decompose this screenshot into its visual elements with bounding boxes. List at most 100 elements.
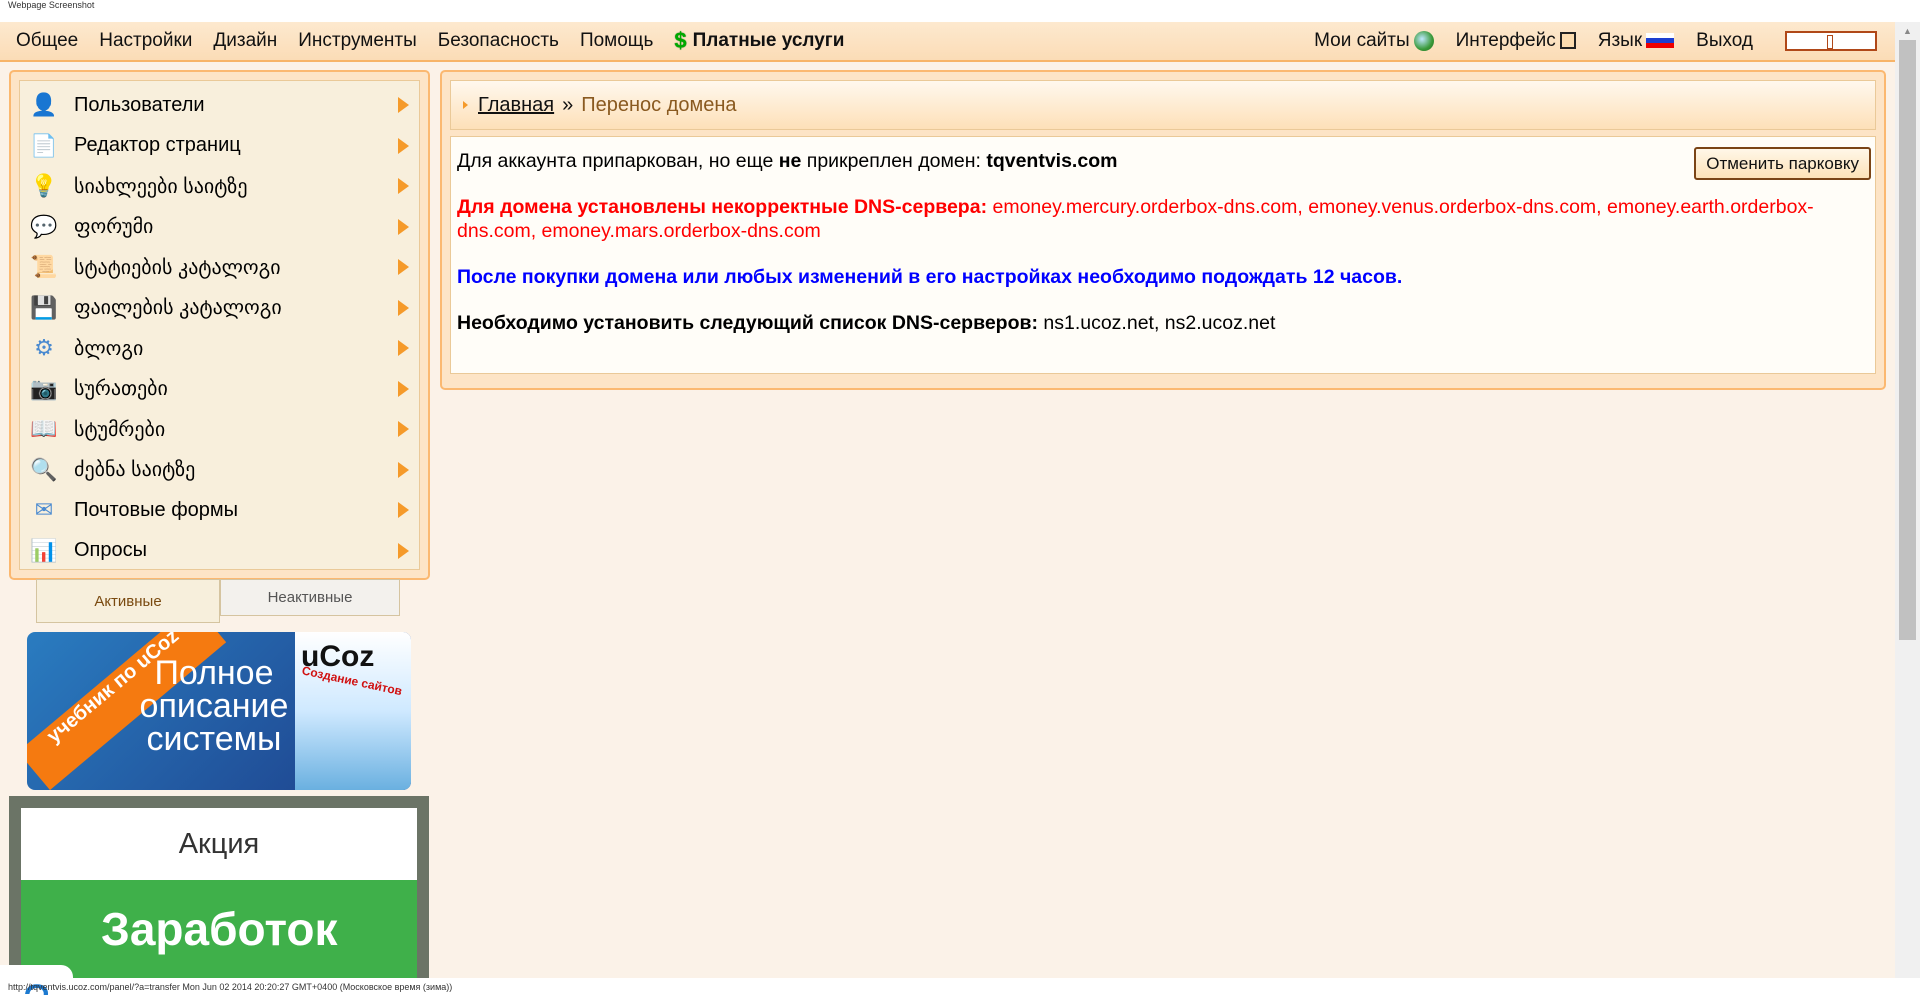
expand-arrow-icon[interactable] <box>398 502 409 519</box>
required-dns-label: Необходимо установить следующий список D… <box>457 312 1038 334</box>
menu-design[interactable]: Дизайн <box>213 30 277 52</box>
interface-color-icon <box>1559 32 1576 50</box>
domain-name: tqventvis.com <box>986 150 1118 172</box>
dns-error-label: Для домена установлены некорректные DNS-… <box>457 196 988 218</box>
logout-link[interactable]: Выход <box>1696 30 1753 52</box>
sidebar: 👤 Пользователи 📄 Редактор страниц 💡 სიახლეები… <box>9 70 430 580</box>
width-slider[interactable] <box>1785 31 1877 51</box>
sidebar-item-label: სტუმრები <box>74 418 166 441</box>
promo-subtitle: Заработок <box>21 880 417 978</box>
book-icon: 📖 <box>30 416 58 442</box>
screenshot-caption: Webpage Screenshot <box>8 0 95 10</box>
sidebar-item[interactable]: 💬 ფორუმი <box>20 207 419 248</box>
sidebar-item[interactable]: ✉ Почтовые формы <box>20 490 419 531</box>
module-tabs: Активные Неактивные <box>36 579 400 623</box>
bar-chart-icon: 📊 <box>30 537 58 563</box>
promo-title: Акция <box>21 808 417 880</box>
sidebar-item-label: სურათები <box>74 378 168 401</box>
sidebar-item-label: ძებნა საიტზე <box>74 459 196 482</box>
scroll-icon: 📜 <box>30 254 58 280</box>
sidebar-item[interactable]: 📜 სტატიების კატალოგი <box>20 247 419 288</box>
breadcrumb-separator: » <box>562 93 574 116</box>
menu-security[interactable]: Безопасность <box>438 30 559 52</box>
globe-icon <box>1413 30 1434 51</box>
sidebar-item-label: Почтовые формы <box>74 498 239 521</box>
expand-arrow-icon[interactable] <box>398 259 409 276</box>
speech-bubble-icon: 💬 <box>30 213 58 239</box>
sidebar-item-label: სიახლეები საიტზე <box>74 175 248 198</box>
interface-label: Интерфейс <box>1455 30 1556 51</box>
required-dns-values: ns1.ucoz.net, ns2.ucoz.net <box>1037 312 1276 334</box>
parked-domain-line: Для аккаунта припаркован, но еще не прик… <box>457 149 1869 173</box>
scrollbar-thumb[interactable] <box>1899 40 1916 640</box>
camera-icon: 📷 <box>30 375 58 401</box>
banner-text: Полное описание системы <box>139 654 289 758</box>
sidebar-item-label: სტატიების კატალოგი <box>74 256 281 279</box>
sidebar-item-label: Редактор страниц <box>74 134 241 157</box>
promo-banner[interactable]: Акция Заработок <box>9 796 429 978</box>
expand-arrow-icon[interactable] <box>398 340 409 357</box>
status-bar: http://tqventvis.ucoz.com/panel/?a=trans… <box>8 982 453 992</box>
vertical-scrollbar[interactable]: ▲ <box>1895 22 1920 978</box>
sidebar-item[interactable]: 📄 Редактор страниц <box>20 126 419 167</box>
sidebar-item[interactable]: 💾 ფაილების კატალოგი <box>20 288 419 329</box>
tab-inactive[interactable]: Неактивные <box>220 579 400 616</box>
breadcrumb-home-link[interactable]: Главная <box>478 94 554 117</box>
expand-arrow-icon[interactable] <box>398 137 409 154</box>
breadcrumb-arrow-icon <box>463 101 468 109</box>
expand-arrow-icon[interactable] <box>398 421 409 438</box>
breadcrumb-current: Перенос домена <box>581 93 737 116</box>
module-menu: 👤 Пользователи 📄 Редактор страниц 💡 სიახლეები… <box>19 80 420 570</box>
sidebar-item[interactable]: 🔍 ძებნა საიტზე <box>20 450 419 491</box>
scroll-up-icon[interactable]: ▲ <box>1895 22 1920 40</box>
expand-arrow-icon[interactable] <box>398 218 409 235</box>
breadcrumb: Главная » Перенос домена <box>450 80 1876 130</box>
dollar-icon: $ <box>674 28 687 53</box>
user-icon: 👤 <box>30 92 58 118</box>
menu-general[interactable]: Общее <box>16 30 78 52</box>
sidebar-item[interactable]: 📷 სურათები <box>20 369 419 410</box>
top-menu-bar: Общее Настройки Дизайн Инструменты Безоп… <box>0 22 1895 62</box>
sidebar-item-label: ფაილების კატალოგი <box>74 297 282 320</box>
gear-icon: ⚙ <box>34 335 54 361</box>
sidebar-item[interactable]: ⚙ ბლოგი <box>20 328 419 369</box>
domain-transfer-content: Отменить парковку Для аккаунта припарков… <box>450 136 1876 374</box>
bulb-icon: 💡 <box>30 173 58 199</box>
expand-arrow-icon[interactable] <box>398 380 409 397</box>
sidebar-item[interactable]: 📊 Опросы <box>20 531 419 572</box>
attached-text: прикреплен домен: <box>801 150 987 172</box>
main-panel: Главная » Перенос домена Отменить парков… <box>440 70 1886 390</box>
menu-paid-services[interactable]: $ Платные услуги <box>674 28 844 54</box>
ucoz-tutorial-banner[interactable]: учебник по uCoz Полное описание системы … <box>27 632 411 790</box>
sidebar-item[interactable]: 👤 Пользователи <box>20 85 419 126</box>
expand-arrow-icon[interactable] <box>398 97 409 114</box>
page-body: 👤 Пользователи 📄 Редактор страниц 💡 სიახლეები… <box>0 62 1895 995</box>
book-cover: uCoz Создание сайтов <box>295 632 411 790</box>
language-link[interactable]: Язык <box>1597 30 1675 52</box>
page-icon: 📄 <box>30 132 58 158</box>
cancel-parking-button[interactable]: Отменить парковку <box>1694 147 1871 180</box>
not-text: не <box>778 150 802 172</box>
expand-arrow-icon[interactable] <box>398 542 409 559</box>
expand-arrow-icon[interactable] <box>398 178 409 195</box>
menu-tools[interactable]: Инструменты <box>298 30 416 52</box>
russian-flag-icon <box>1646 33 1675 49</box>
sidebar-item[interactable]: 💡 სიახლეები საიტზე <box>20 166 419 207</box>
paid-label: Платные услуги <box>692 30 845 51</box>
menu-settings[interactable]: Настройки <box>99 30 192 52</box>
dns-error: Для домена установлены некорректные DNS-… <box>457 195 1869 243</box>
sidebar-item-label: ბლოგი <box>74 337 144 360</box>
envelope-icon: ✉ <box>34 497 54 523</box>
sidebar-item-label: Пользователи <box>74 93 205 116</box>
expand-arrow-icon[interactable] <box>398 299 409 316</box>
interface-link[interactable]: Интерфейс <box>1456 30 1576 52</box>
menu-help[interactable]: Помощь <box>580 30 653 52</box>
language-label: Язык <box>1597 30 1643 51</box>
tab-active[interactable]: Активные <box>36 579 220 623</box>
floppy-icon: 💾 <box>30 294 58 320</box>
my-sites-link[interactable]: Мои сайты <box>1314 30 1434 52</box>
sidebar-item-label: ფორუმი <box>74 216 154 239</box>
sidebar-item[interactable]: 📖 სტუმრები <box>20 409 419 450</box>
expand-arrow-icon[interactable] <box>398 461 409 478</box>
parked-text: Для аккаунта припаркован, но еще <box>457 150 779 172</box>
